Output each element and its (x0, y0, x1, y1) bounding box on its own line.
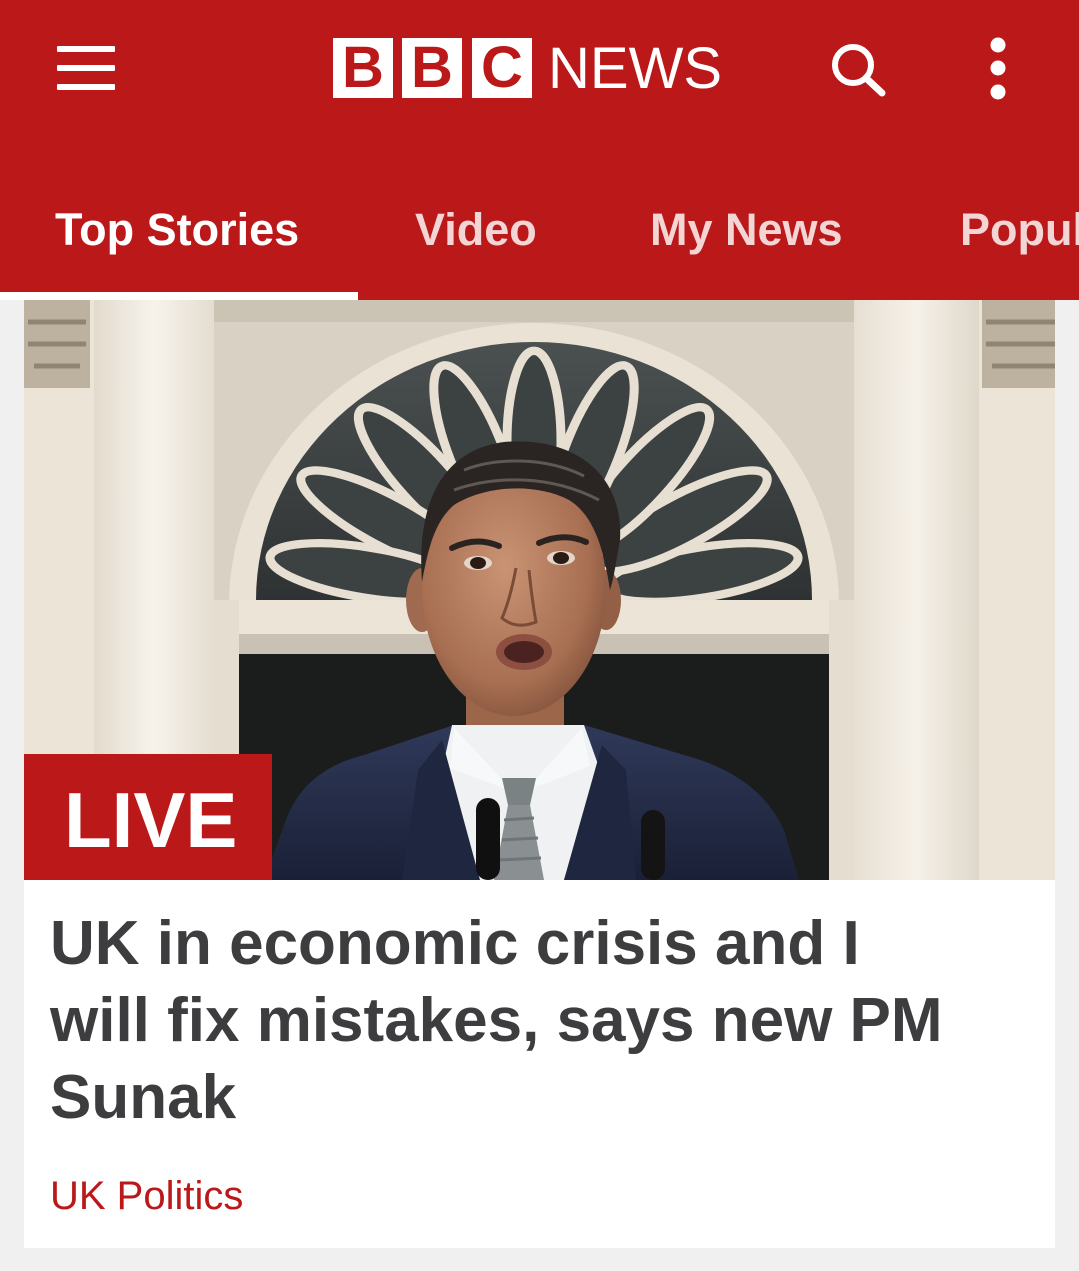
hamburger-menu-icon[interactable] (57, 46, 115, 90)
logo-block-c: C (472, 38, 532, 98)
logo-word: NEWS (548, 36, 722, 101)
more-vertical-icon[interactable] (985, 33, 1011, 105)
live-badge: LIVE (24, 754, 272, 880)
tab-top-stories[interactable]: Top Stories (55, 200, 299, 260)
story-headline[interactable]: UK in economic crisis and I will fix mis… (50, 905, 960, 1136)
app-bar: B B C NEWS Top Stories Video My News Pop… (0, 0, 1079, 300)
active-tab-indicator (0, 292, 358, 300)
logo-block-b1: B (333, 38, 393, 98)
bbc-news-logo[interactable]: B B C NEWS (333, 38, 725, 100)
tab-popular[interactable]: Popul (960, 200, 1079, 260)
logo-block-b2: B (402, 38, 462, 98)
top-story-card[interactable]: LIVE UK in economic crisis and I will fi… (24, 300, 1055, 1248)
story-category-link[interactable]: UK Politics (50, 1172, 243, 1220)
tab-my-news[interactable]: My News (650, 200, 843, 260)
tab-video[interactable]: Video (415, 200, 537, 260)
search-icon[interactable] (825, 38, 887, 98)
